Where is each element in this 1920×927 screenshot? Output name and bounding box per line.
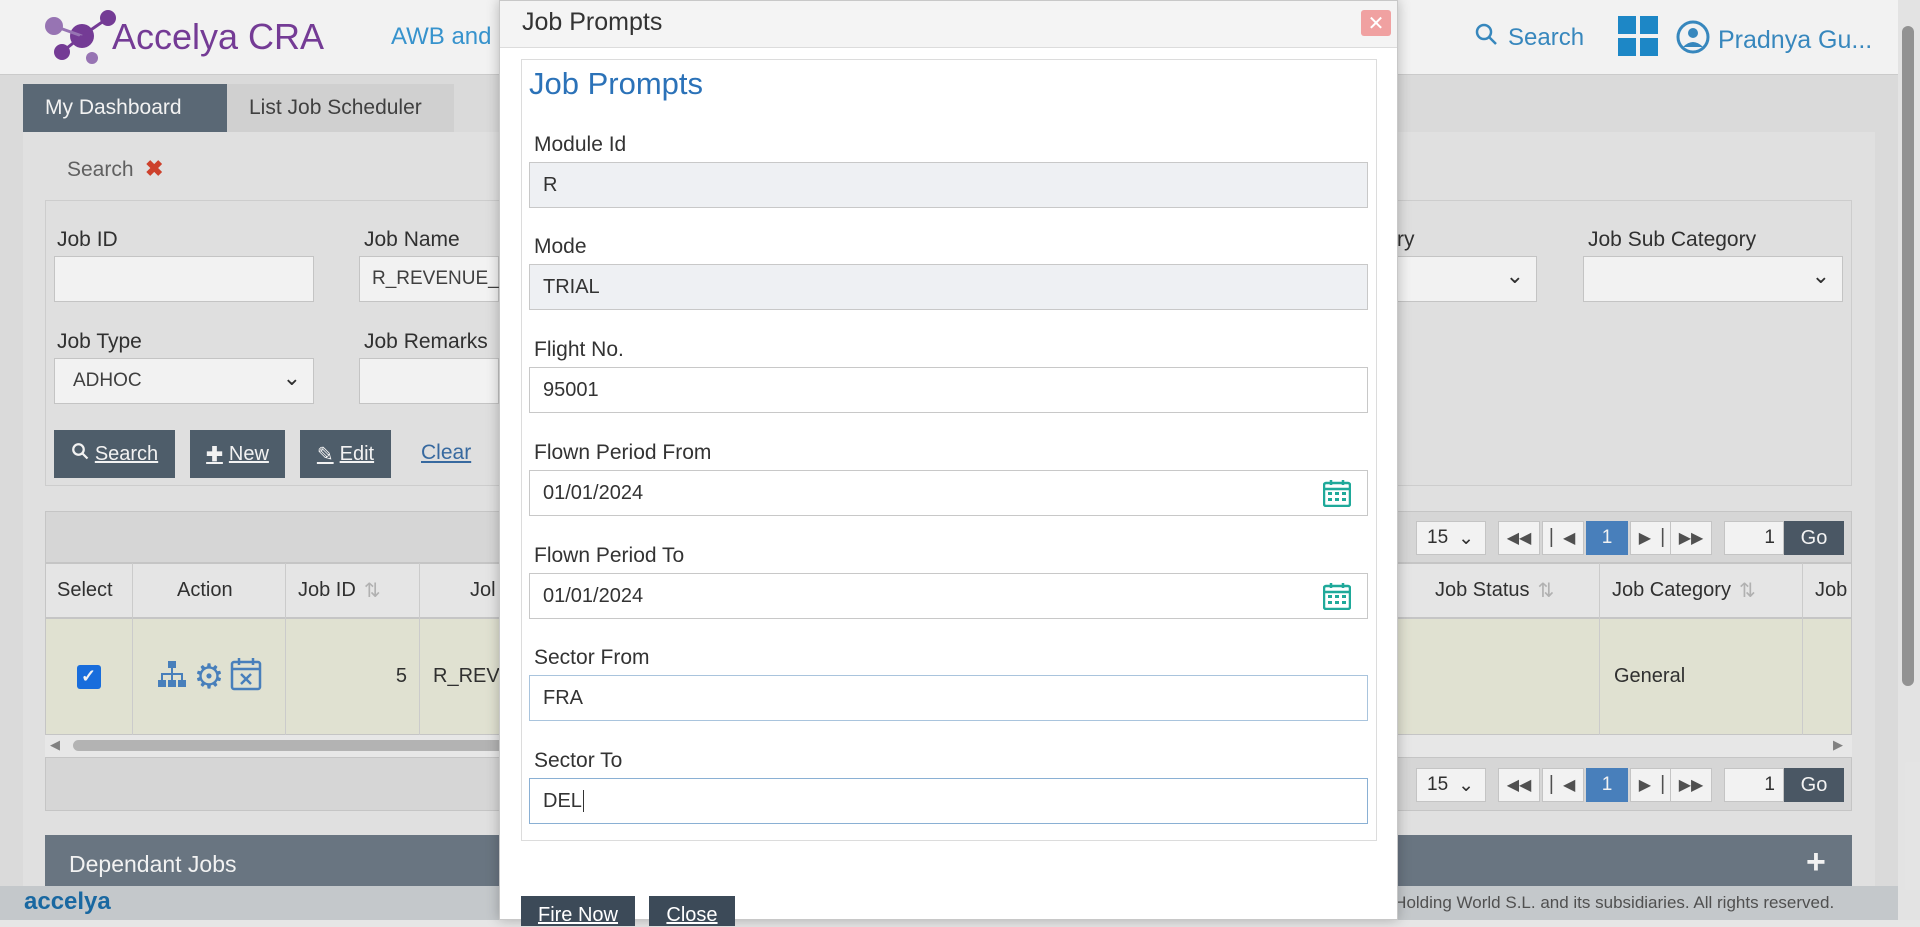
mode-label: Mode: [534, 235, 587, 258]
sector-to-input[interactable]: DEL: [529, 778, 1368, 824]
calendar-icon[interactable]: [1322, 479, 1352, 513]
text-cursor: [582, 790, 584, 812]
flown-to-value: 01/01/2024: [543, 584, 644, 607]
flown-from-value: 01/01/2024: [543, 481, 644, 504]
flown-from-input[interactable]: 01/01/2024: [529, 470, 1368, 516]
close-button[interactable]: Close: [649, 896, 735, 926]
fire-now-button[interactable]: Fire Now: [521, 896, 635, 926]
module-id-label: Module Id: [534, 133, 627, 156]
sector-from-input[interactable]: FRA: [529, 675, 1368, 721]
flown-from-label: Flown Period From: [534, 441, 712, 464]
flown-to-label: Flown Period To: [534, 544, 685, 567]
flown-to-input[interactable]: 01/01/2024: [529, 573, 1368, 619]
flight-no-label: Flight No.: [534, 338, 624, 361]
dialog-heading: Job Prompts: [529, 66, 704, 101]
flight-no-input[interactable]: 95001: [529, 367, 1368, 413]
sector-to-value: DEL: [543, 789, 582, 812]
sector-from-label: Sector From: [534, 646, 650, 669]
mode-input[interactable]: TRIAL: [529, 264, 1368, 310]
close-icon[interactable]: ✕: [1361, 10, 1391, 36]
dialog-title: Job Prompts: [522, 8, 663, 36]
module-id-input[interactable]: R: [529, 162, 1368, 208]
calendar-icon[interactable]: [1322, 582, 1352, 616]
sector-to-label: Sector To: [534, 749, 623, 772]
